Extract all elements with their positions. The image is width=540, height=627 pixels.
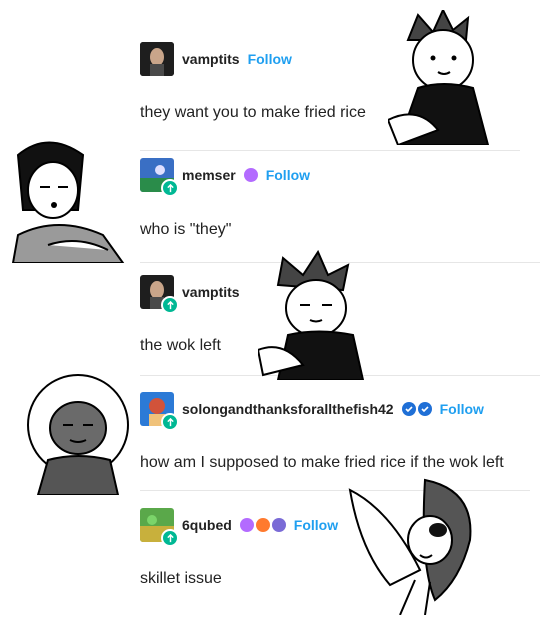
reblog-icon	[161, 296, 179, 314]
post-text: who is "they"	[140, 221, 232, 238]
post-header: 6qubed Follow	[140, 508, 338, 547]
post-text: they want you to make fried rice	[140, 104, 366, 121]
reblog-icon	[161, 413, 179, 431]
username[interactable]: vamptits	[182, 284, 240, 300]
post-header: solongandthanksforallthefish42 Follow	[140, 392, 484, 431]
post-header: vamptits Follow	[140, 42, 292, 76]
avatar[interactable]	[140, 508, 179, 547]
character-art-halo	[27, 374, 129, 495]
community-badge-icon	[243, 168, 258, 182]
character-art-long-hair	[11, 141, 125, 263]
verified-icon	[401, 402, 416, 416]
reblog-icon	[161, 529, 179, 547]
avatar[interactable]	[140, 392, 179, 431]
verified-icon	[417, 402, 432, 416]
verified-badges	[401, 402, 432, 416]
username[interactable]: vamptits	[182, 51, 240, 67]
avatar[interactable]	[140, 275, 179, 314]
post-header: vamptits	[140, 275, 240, 314]
follow-button[interactable]: Follow	[266, 167, 310, 183]
post-header: memser Follow	[140, 158, 310, 197]
post-text: skillet issue	[140, 570, 222, 587]
character-art-witch-hat	[348, 478, 472, 615]
divider	[140, 150, 520, 151]
avatar[interactable]	[140, 42, 174, 76]
username[interactable]: solongandthanksforallthefish42	[182, 401, 394, 417]
community-badge-icon	[239, 518, 254, 532]
follow-button[interactable]: Follow	[248, 51, 292, 67]
paw-badge-icon	[255, 518, 270, 532]
community-badges	[239, 518, 286, 532]
username[interactable]: 6qubed	[182, 517, 232, 533]
avatar[interactable]	[140, 158, 179, 197]
follow-button[interactable]: Follow	[440, 401, 484, 417]
ghost-badge-icon	[271, 518, 286, 532]
character-art-sleepy	[258, 250, 365, 380]
reblog-icon	[161, 179, 179, 197]
character-art-spiky-hair	[388, 10, 490, 145]
post-text: the wok left	[140, 337, 221, 354]
username[interactable]: memser	[182, 167, 236, 183]
